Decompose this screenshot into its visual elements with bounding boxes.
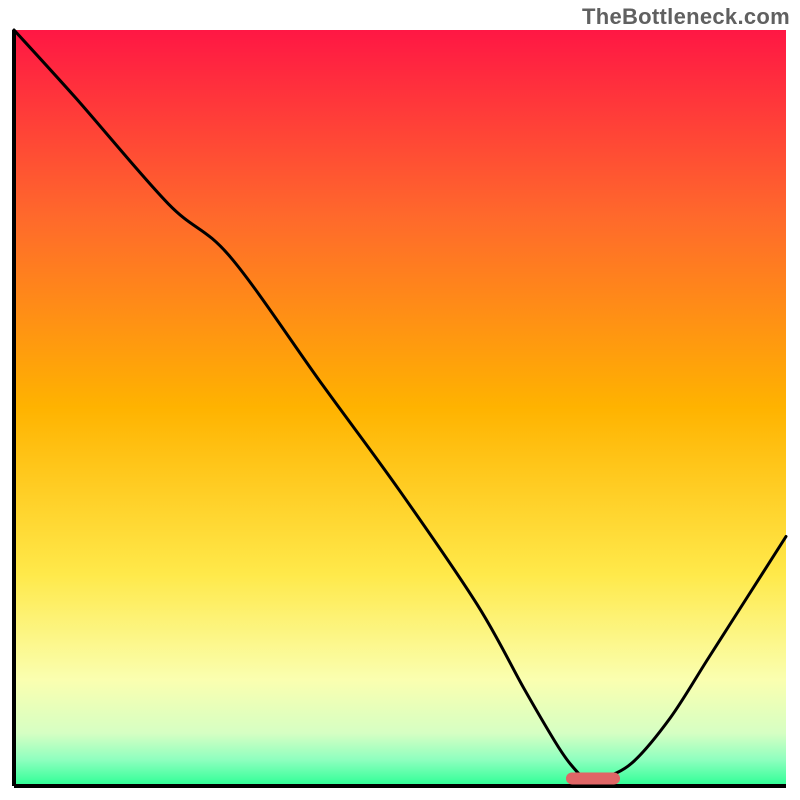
optimal-marker — [566, 772, 620, 784]
gradient-background — [14, 30, 786, 786]
watermark-text: TheBottleneck.com — [582, 4, 790, 30]
bottleneck-chart — [0, 0, 800, 800]
chart-frame: TheBottleneck.com — [0, 0, 800, 800]
